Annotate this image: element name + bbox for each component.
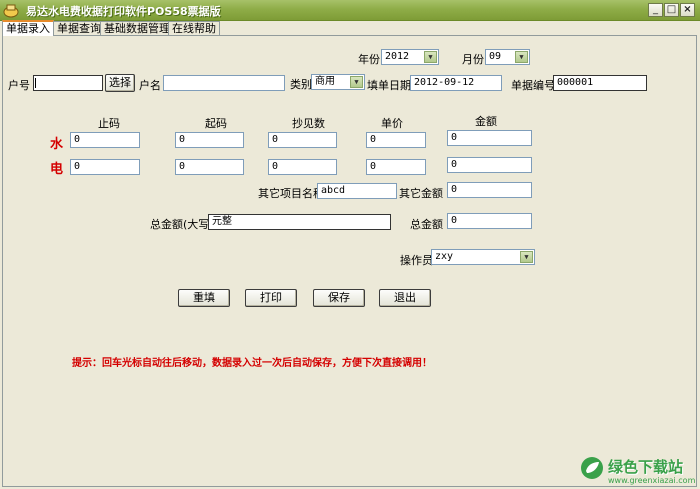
maximize-button[interactable]: □ — [664, 3, 679, 17]
total-label: 总金额 — [410, 218, 443, 231]
date-input[interactable]: 2012-09-12 — [410, 75, 502, 91]
tip-text: 提示：回车光标自动往后移动，数据录入过一次后自动保存，方便下次直接调用！ — [72, 358, 432, 369]
operator-label: 操作员 — [400, 254, 433, 267]
year-value: 2012 — [385, 51, 410, 62]
category-label: 类别 — [290, 78, 312, 91]
total-upper-label: 总金额(大写) — [150, 218, 214, 231]
other-amount-input[interactable]: 0 — [447, 182, 532, 198]
electricity-label: 电 — [50, 162, 64, 177]
date-label: 填单日期 — [367, 79, 411, 92]
other-name-input[interactable]: abcd — [317, 183, 397, 199]
other-amount-label: 其它金额 — [399, 187, 443, 200]
tab-query[interactable]: 单据查询 — [53, 21, 105, 35]
chevron-down-icon: ▼ — [424, 51, 437, 63]
doc-no-label: 单据编号 — [511, 79, 555, 92]
minimize-button[interactable]: _ — [648, 3, 663, 17]
save-button[interactable]: 保存 — [313, 289, 365, 307]
elec-count-input[interactable]: 0 — [268, 159, 337, 175]
operator-value: zxy — [435, 251, 454, 262]
watermark-brand: 绿色下载站 — [608, 458, 684, 476]
total-upper-input[interactable]: 元整 — [208, 214, 391, 230]
category-select[interactable]: 商用 ▼ — [311, 74, 365, 90]
chevron-down-icon: ▼ — [350, 76, 363, 88]
select-button[interactable]: 选择 — [105, 74, 135, 92]
watermark-url: www.greenxiazai.com — [608, 476, 696, 485]
text-cursor — [35, 78, 36, 88]
month-value: 09 — [489, 51, 502, 62]
elec-price-input[interactable]: 0 — [366, 159, 426, 175]
year-label: 年份 — [358, 53, 380, 66]
chevron-down-icon: ▼ — [520, 251, 533, 263]
print-button[interactable]: 打印 — [245, 289, 297, 307]
account-label: 户号 — [8, 79, 30, 92]
name-label: 户名 — [139, 79, 161, 92]
month-label: 月份 — [462, 53, 484, 66]
other-name-label: 其它项目名称 — [258, 187, 324, 200]
tab-panel — [2, 35, 697, 487]
water-end-input[interactable]: 0 — [70, 132, 140, 148]
elec-start-input[interactable]: 0 — [175, 159, 244, 175]
doc-no-input[interactable]: 000001 — [553, 75, 647, 91]
water-label: 水 — [50, 137, 64, 152]
col-start-reading: 起码 — [205, 117, 227, 130]
col-reading-count: 抄见数 — [292, 117, 325, 130]
total-input[interactable]: 0 — [447, 213, 532, 229]
water-count-input[interactable]: 0 — [268, 132, 337, 148]
year-select[interactable]: 2012 ▼ — [381, 49, 439, 65]
window-title: 易达水电费收据打印软件POS58票据版 — [26, 5, 221, 18]
name-input[interactable] — [163, 75, 285, 91]
col-end-reading: 止码 — [98, 117, 120, 130]
col-unit-price: 单价 — [381, 117, 403, 130]
water-amount-input[interactable]: 0 — [447, 130, 532, 146]
elec-end-input[interactable]: 0 — [70, 159, 140, 175]
category-value: 商用 — [315, 76, 335, 87]
chevron-down-icon: ▼ — [515, 51, 528, 63]
account-input[interactable] — [33, 75, 103, 91]
app-icon — [3, 4, 19, 18]
close-button[interactable]: × — [680, 3, 695, 17]
tab-online-help[interactable]: 在线帮助 — [168, 21, 220, 35]
reset-button[interactable]: 重填 — [178, 289, 230, 307]
col-amount: 金额 — [475, 115, 497, 128]
tab-base-data[interactable]: 基础数据管理 — [100, 21, 174, 35]
leaf-icon — [581, 457, 603, 479]
operator-select[interactable]: zxy ▼ — [431, 249, 535, 265]
tab-entry[interactable]: 单据录入 — [2, 20, 54, 36]
water-start-input[interactable]: 0 — [175, 132, 244, 148]
elec-amount-input[interactable]: 0 — [447, 157, 532, 173]
month-select[interactable]: 09 ▼ — [485, 49, 530, 65]
water-price-input[interactable]: 0 — [366, 132, 426, 148]
exit-button[interactable]: 退出 — [379, 289, 431, 307]
